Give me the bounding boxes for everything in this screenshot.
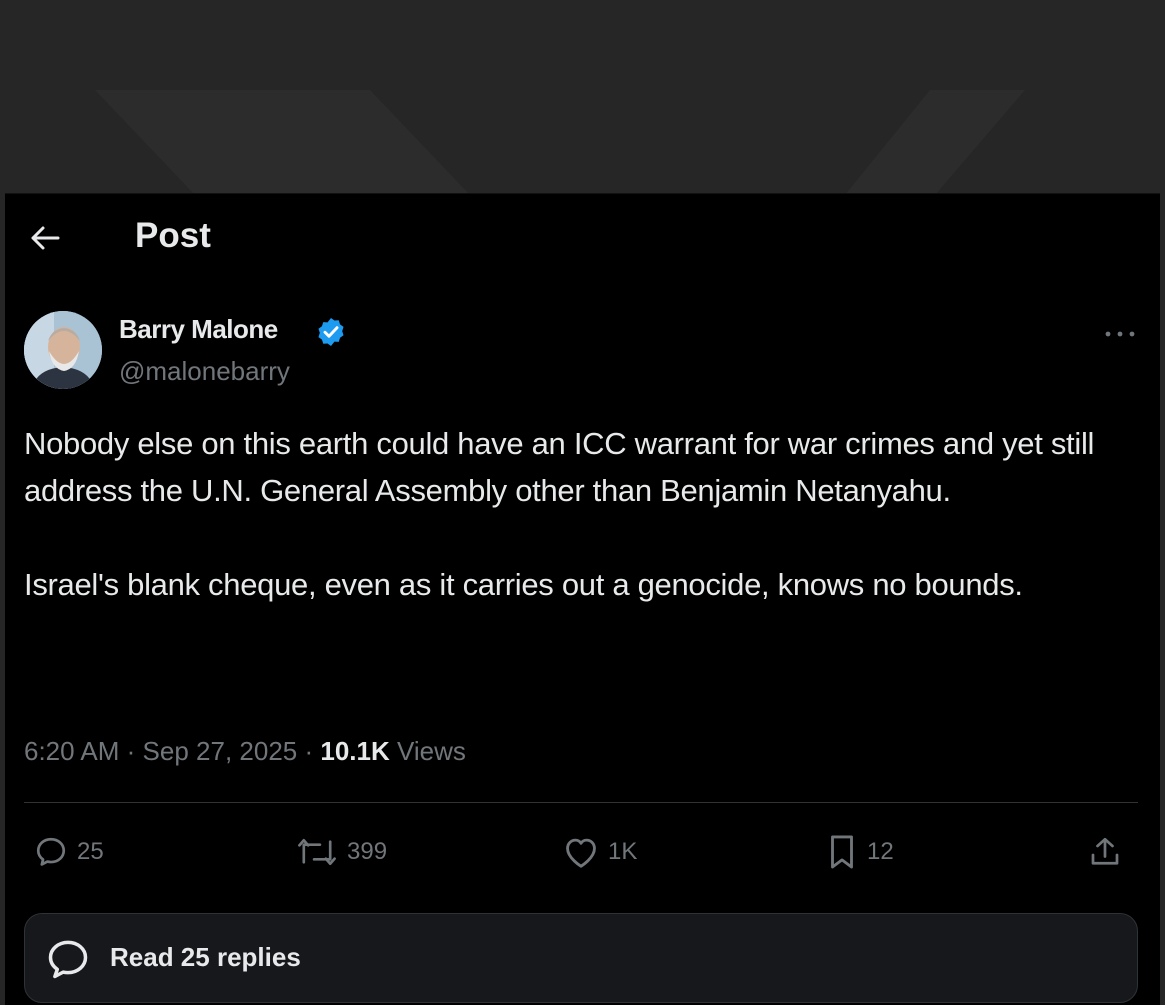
more-horizontal-icon [1105,331,1135,337]
bookmark-icon [831,835,853,869]
post-metadata: 6:20 AM · Sep 27, 2025 · 10.1K Views [24,736,466,767]
repost-count: 399 [347,838,388,865]
like-count: 1K [608,838,638,865]
post-time[interactable]: 6:20 AM [24,736,119,766]
background-decoration [95,90,1025,195]
post-paragraph: Nobody else on this earth could have an … [24,426,1095,508]
reply-count: 25 [77,838,104,865]
avatar-image [24,311,102,389]
page-title: Post [135,216,211,255]
post-panel: Post Barry Malone @malonebarry Nobody el… [5,193,1160,1005]
bookmark-button[interactable]: 12 [825,832,894,872]
verified-badge-icon [318,318,344,346]
meta-separator: · [126,736,136,766]
divider [24,802,1138,803]
arrow-left-icon [31,226,60,250]
post-header: Post [5,194,1160,280]
views-count: 10.1K [320,736,390,766]
author-handle[interactable]: @malonebarry [119,356,290,387]
chat-bubble-icon [48,940,88,979]
views-label: Views [397,736,466,766]
post-paragraph: Israel's blank cheque, even as it carrie… [24,567,1023,602]
repost-button[interactable]: 399 [295,832,387,872]
read-replies-label: Read 25 replies [110,942,301,972]
more-options-button[interactable] [1100,322,1140,346]
meta-separator: · [304,736,314,766]
bookmark-count: 12 [867,838,894,865]
post-text: Nobody else on this earth could have an … [24,420,1134,608]
like-button[interactable]: 1K [562,832,637,872]
author-display-name[interactable]: Barry Malone [119,314,278,345]
repost-icon [298,838,336,866]
share-icon [1091,837,1119,865]
back-button[interactable] [27,220,63,256]
heart-icon [566,838,596,868]
avatar[interactable] [24,311,102,389]
reply-icon [36,837,66,866]
post-date[interactable]: Sep 27, 2025 [143,736,298,766]
reply-button[interactable]: 25 [33,832,104,872]
share-button[interactable] [1087,832,1123,872]
read-replies-button[interactable]: Read 25 replies [24,913,1138,1003]
